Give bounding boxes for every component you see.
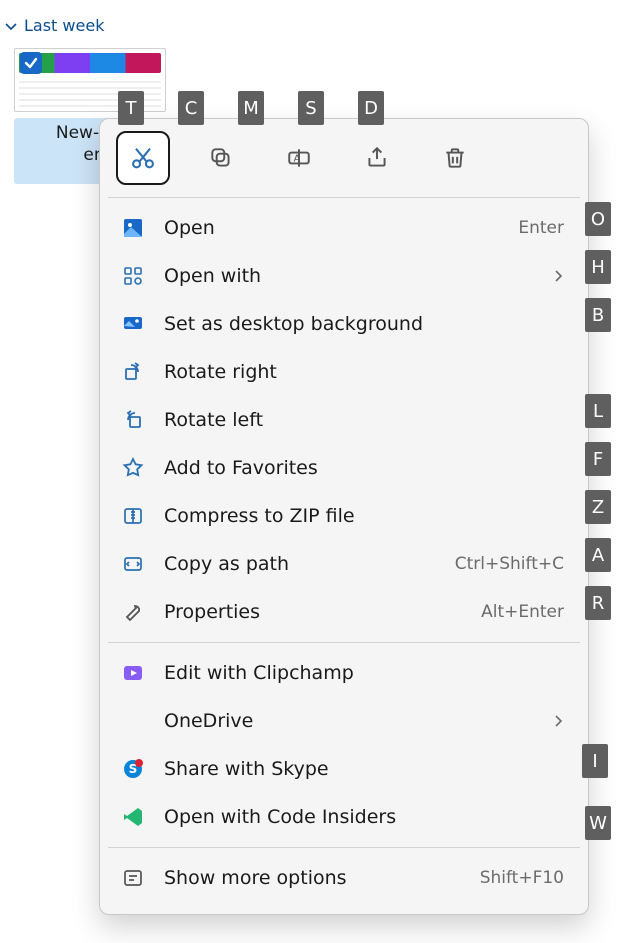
accesskey-badge: R xyxy=(585,586,611,620)
group-header-last-week[interactable]: Last week xyxy=(4,16,104,35)
menu-item-set-background[interactable]: Set as desktop background xyxy=(106,300,582,348)
copy-button[interactable] xyxy=(194,131,248,185)
menu-item-label: Compress to ZIP file xyxy=(164,505,568,527)
image-icon xyxy=(120,215,146,241)
spacer-icon xyxy=(120,708,146,734)
svg-text:A: A xyxy=(294,153,301,164)
menu-item-label: Open with Code Insiders xyxy=(164,806,568,828)
accesskey-badge: I xyxy=(582,744,608,778)
menu-item-code-insiders[interactable]: Open with Code Insiders xyxy=(106,793,582,841)
group-header-label: Last week xyxy=(24,16,104,35)
star-icon xyxy=(120,455,146,481)
apps-icon xyxy=(120,263,146,289)
accesskey-badge: Z xyxy=(585,490,611,524)
rotate-left-icon xyxy=(120,407,146,433)
scissors-icon xyxy=(129,144,157,172)
menu-item-rotate-left[interactable]: Rotate left xyxy=(106,396,582,444)
menu-item-label: Share with Skype xyxy=(164,758,568,780)
menu-item-show-more[interactable]: Show more options Shift+F10 xyxy=(106,854,582,902)
menu-item-label: Show more options xyxy=(164,867,462,889)
menu-item-shortcut: Alt+Enter xyxy=(481,602,568,622)
menu-item-label: OneDrive xyxy=(164,710,534,732)
menu-item-properties[interactable]: Properties Alt+Enter xyxy=(106,588,582,636)
menu-item-copy-path[interactable]: Copy as path Ctrl+Shift+C xyxy=(106,540,582,588)
menu-item-skype[interactable]: S Share with Skype xyxy=(106,745,582,793)
menu-item-shortcut: Enter xyxy=(518,218,568,238)
chevron-right-icon xyxy=(552,715,568,727)
rename-icon: A xyxy=(286,145,312,171)
menu-item-open-with[interactable]: Open with xyxy=(106,252,582,300)
menu-item-label: Open with xyxy=(164,265,534,287)
menu-item-label: Rotate left xyxy=(164,409,568,431)
share-icon xyxy=(364,145,390,171)
context-menu: A Open Enter Open with xyxy=(99,118,589,915)
desktop-background-icon xyxy=(120,311,146,337)
delete-button[interactable] xyxy=(428,131,482,185)
vscode-insiders-icon xyxy=(120,804,146,830)
accesskey-badge: W xyxy=(585,806,611,840)
menu-item-label: Copy as path xyxy=(164,553,437,575)
menu-item-shortcut: Ctrl+Shift+C xyxy=(455,554,568,574)
rotate-right-icon xyxy=(120,359,146,385)
accesskey-badge: H xyxy=(585,250,611,284)
menu-item-label: Open xyxy=(164,217,500,239)
more-options-icon xyxy=(120,865,146,891)
menu-item-shortcut: Shift+F10 xyxy=(480,868,568,888)
chevron-down-icon xyxy=(4,19,18,33)
menu-item-onedrive[interactable]: OneDrive xyxy=(106,697,582,745)
chevron-right-icon xyxy=(552,270,568,282)
accesskey-badge: A xyxy=(585,538,611,572)
menu-item-label: Rotate right xyxy=(164,361,568,383)
menu-item-open[interactable]: Open Enter xyxy=(106,204,582,252)
copy-path-icon xyxy=(120,551,146,577)
accesskey-badge: M xyxy=(238,91,264,125)
share-button[interactable] xyxy=(350,131,404,185)
context-toolbar: A xyxy=(106,127,582,197)
menu-item-label: Add to Favorites xyxy=(164,457,568,479)
cut-button[interactable] xyxy=(116,131,170,185)
copy-icon xyxy=(208,145,234,171)
menu-item-rotate-right[interactable]: Rotate right xyxy=(106,348,582,396)
menu-item-label: Properties xyxy=(164,601,463,623)
zip-icon xyxy=(120,503,146,529)
clipchamp-icon xyxy=(120,660,146,686)
trash-icon xyxy=(442,145,468,171)
selection-checkmark-icon[interactable] xyxy=(20,52,42,74)
accesskey-badge: T xyxy=(118,91,144,125)
skype-icon: S xyxy=(120,756,146,782)
accesskey-badge: D xyxy=(358,91,384,125)
wrench-icon xyxy=(120,599,146,625)
rename-button[interactable]: A xyxy=(272,131,326,185)
accesskey-badge: F xyxy=(585,442,611,476)
menu-item-compress[interactable]: Compress to ZIP file xyxy=(106,492,582,540)
menu-item-label: Edit with Clipchamp xyxy=(164,662,568,684)
menu-item-clipchamp[interactable]: Edit with Clipchamp xyxy=(106,649,582,697)
accesskey-badge: C xyxy=(178,91,204,125)
accesskey-badge: S xyxy=(298,91,324,125)
accesskey-badge: B xyxy=(585,298,611,332)
accesskey-badge: L xyxy=(585,394,611,428)
accesskey-badge: O xyxy=(585,202,611,236)
menu-item-favorites[interactable]: Add to Favorites xyxy=(106,444,582,492)
menu-item-label: Set as desktop background xyxy=(164,313,568,335)
